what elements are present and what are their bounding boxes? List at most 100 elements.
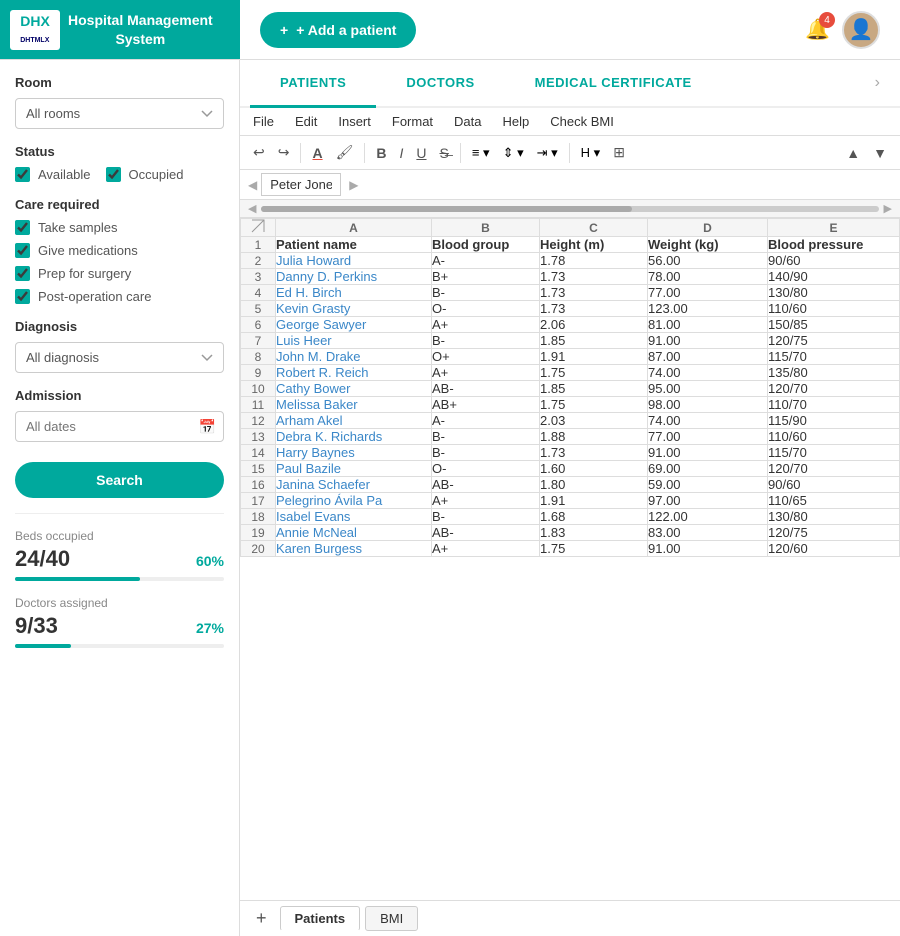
- tab-medical-certificate[interactable]: MEDICAL CERTIFICATE: [505, 60, 722, 108]
- height-cell[interactable]: 1.75: [540, 541, 648, 557]
- bp-cell[interactable]: 120/75: [768, 525, 900, 541]
- bp-cell[interactable]: 90/60: [768, 477, 900, 493]
- bp-cell[interactable]: 110/70: [768, 397, 900, 413]
- available-checkbox[interactable]: [15, 167, 30, 182]
- menu-insert[interactable]: Insert: [335, 112, 374, 131]
- care-checkbox-1[interactable]: [15, 243, 30, 258]
- add-patient-button[interactable]: + + Add a patient: [260, 12, 416, 48]
- wrap-dropdown[interactable]: ⇥ ▾: [532, 143, 563, 163]
- weight-cell[interactable]: 122.00: [648, 509, 768, 525]
- menu-check-bmi[interactable]: Check BMI: [547, 112, 617, 131]
- patient-name-cell[interactable]: Karen Burgess: [276, 541, 432, 557]
- bp-cell[interactable]: 130/80: [768, 509, 900, 525]
- col-label-a[interactable]: Patient name: [276, 237, 432, 253]
- bp-cell[interactable]: 140/90: [768, 269, 900, 285]
- patient-name-cell[interactable]: Janina Schaefer: [276, 477, 432, 493]
- bp-cell[interactable]: 135/80: [768, 365, 900, 381]
- col-scroll-left[interactable]: ◀: [248, 202, 256, 215]
- blood-group-cell[interactable]: B-: [432, 429, 540, 445]
- notification-bell[interactable]: 🔔 4: [805, 17, 830, 42]
- weight-cell[interactable]: 74.00: [648, 365, 768, 381]
- height-cell[interactable]: 1.73: [540, 285, 648, 301]
- underline-button[interactable]: U: [411, 142, 431, 164]
- patient-name-cell[interactable]: Luis Heer: [276, 333, 432, 349]
- user-avatar[interactable]: 👤: [842, 11, 880, 49]
- menu-edit[interactable]: Edit: [292, 112, 320, 131]
- horiz-scrollbar-track[interactable]: [261, 206, 878, 212]
- cell-name-input[interactable]: [261, 173, 341, 196]
- valign-dropdown[interactable]: ⇕ ▾: [498, 143, 529, 163]
- redo-button[interactable]: ↪: [273, 141, 295, 164]
- weight-cell[interactable]: 98.00: [648, 397, 768, 413]
- blood-group-cell[interactable]: B+: [432, 269, 540, 285]
- menu-data[interactable]: Data: [451, 112, 484, 131]
- weight-cell[interactable]: 77.00: [648, 429, 768, 445]
- blood-group-cell[interactable]: A+: [432, 317, 540, 333]
- blood-group-cell[interactable]: O-: [432, 461, 540, 477]
- patient-name-cell[interactable]: Harry Baynes: [276, 445, 432, 461]
- patient-name-cell[interactable]: John M. Drake: [276, 349, 432, 365]
- weight-cell[interactable]: 97.00: [648, 493, 768, 509]
- height-cell[interactable]: 1.75: [540, 397, 648, 413]
- blood-group-cell[interactable]: AB-: [432, 381, 540, 397]
- undo-button[interactable]: ↩: [248, 141, 270, 164]
- sheet-area[interactable]: A B C D E 1 Patient name Blood group Hei…: [240, 218, 900, 900]
- blood-group-cell[interactable]: AB-: [432, 477, 540, 493]
- patient-name-cell[interactable]: Julia Howard: [276, 253, 432, 269]
- weight-cell[interactable]: 78.00: [648, 269, 768, 285]
- patient-name-cell[interactable]: Debra K. Richards: [276, 429, 432, 445]
- bp-cell[interactable]: 120/75: [768, 333, 900, 349]
- merge-cells-button[interactable]: ⊞: [608, 141, 630, 164]
- blood-group-cell[interactable]: B-: [432, 285, 540, 301]
- text-color-button[interactable]: A: [307, 142, 327, 164]
- height-cell[interactable]: 1.91: [540, 349, 648, 365]
- col-header-d[interactable]: D: [648, 219, 768, 237]
- blood-group-cell[interactable]: A-: [432, 413, 540, 429]
- bp-cell[interactable]: 115/70: [768, 445, 900, 461]
- care-checkbox-0[interactable]: [15, 220, 30, 235]
- height-cell[interactable]: 1.83: [540, 525, 648, 541]
- blood-group-cell[interactable]: A+: [432, 541, 540, 557]
- height-cell[interactable]: 2.03: [540, 413, 648, 429]
- bp-cell[interactable]: 110/60: [768, 429, 900, 445]
- height-cell[interactable]: 1.85: [540, 333, 648, 349]
- menu-format[interactable]: Format: [389, 112, 436, 131]
- weight-cell[interactable]: 74.00: [648, 413, 768, 429]
- bp-cell[interactable]: 90/60: [768, 253, 900, 269]
- bp-cell[interactable]: 150/85: [768, 317, 900, 333]
- weight-cell[interactable]: 95.00: [648, 381, 768, 397]
- scroll-up-btn[interactable]: ▲: [841, 142, 865, 164]
- blood-group-cell[interactable]: O+: [432, 349, 540, 365]
- blood-group-cell[interactable]: A-: [432, 253, 540, 269]
- height-cell[interactable]: 2.06: [540, 317, 648, 333]
- height-cell[interactable]: 1.73: [540, 269, 648, 285]
- patient-name-cell[interactable]: Paul Bazile: [276, 461, 432, 477]
- bold-button[interactable]: B: [371, 142, 391, 164]
- weight-cell[interactable]: 91.00: [648, 333, 768, 349]
- patient-name-cell[interactable]: Melissa Baker: [276, 397, 432, 413]
- patient-name-cell[interactable]: George Sawyer: [276, 317, 432, 333]
- italic-button[interactable]: I: [395, 142, 409, 164]
- add-sheet-button[interactable]: +: [248, 906, 275, 931]
- height-cell[interactable]: 1.75: [540, 365, 648, 381]
- strikethrough-button[interactable]: S̶: [435, 142, 454, 164]
- height-cell[interactable]: 1.80: [540, 477, 648, 493]
- col-label-d[interactable]: Weight (kg): [648, 237, 768, 253]
- scroll-right-btn[interactable]: ▶: [349, 178, 358, 192]
- corner-cell[interactable]: [241, 219, 276, 237]
- col-header-c[interactable]: C: [540, 219, 648, 237]
- tab-doctors[interactable]: DOCTORS: [376, 60, 504, 108]
- height-cell[interactable]: 1.85: [540, 381, 648, 397]
- weight-cell[interactable]: 83.00: [648, 525, 768, 541]
- height-cell[interactable]: 1.68: [540, 509, 648, 525]
- bp-cell[interactable]: 120/60: [768, 541, 900, 557]
- height-cell[interactable]: 1.60: [540, 461, 648, 477]
- height-cell[interactable]: 1.78: [540, 253, 648, 269]
- col-label-e[interactable]: Blood pressure: [768, 237, 900, 253]
- bp-cell[interactable]: 120/70: [768, 461, 900, 477]
- weight-cell[interactable]: 123.00: [648, 301, 768, 317]
- col-header-b[interactable]: B: [432, 219, 540, 237]
- scroll-left-btn[interactable]: ◀: [248, 178, 257, 192]
- patient-name-cell[interactable]: Pelegrino Ávila Pa: [276, 493, 432, 509]
- col-label-c[interactable]: Height (m): [540, 237, 648, 253]
